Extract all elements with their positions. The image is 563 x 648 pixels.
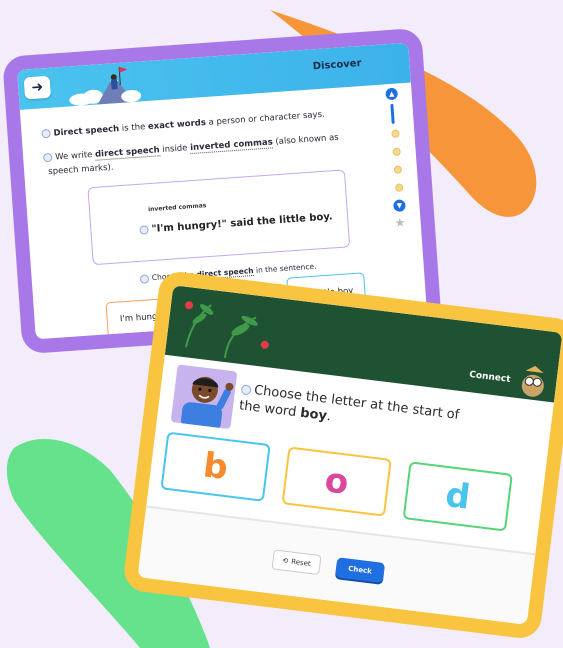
connect-tablet: Connect Choose the letter at the start o… xyxy=(121,269,563,641)
discover-header: ➜ Discover xyxy=(17,42,411,110)
example-box: inverted commas "I'm hungry!" said the l… xyxy=(87,169,351,266)
hiker-mountain-illustration xyxy=(69,66,142,106)
letter-card-o[interactable]: o xyxy=(281,446,392,517)
progress-sidebar: ▲ ▼ ★ xyxy=(383,87,411,231)
jungle-leaves-illustration xyxy=(184,301,269,359)
reset-button[interactable]: ⟲ Reset xyxy=(271,549,322,576)
back-arrow-icon[interactable]: ➜ xyxy=(23,75,52,100)
speaker-icon[interactable] xyxy=(139,273,150,284)
discover-title: Discover xyxy=(312,57,362,73)
boy-avatar xyxy=(170,364,238,430)
letter-card-b[interactable]: b xyxy=(160,431,271,502)
progress-current-marker xyxy=(390,103,395,124)
check-button[interactable]: Check xyxy=(335,557,386,583)
letter-card-d[interactable]: d xyxy=(402,461,513,532)
scroll-up-icon[interactable]: ▲ xyxy=(385,87,399,101)
progress-step-dot[interactable] xyxy=(392,147,401,156)
speaker-icon[interactable] xyxy=(42,152,53,163)
connect-screen: Connect Choose the letter at the start o… xyxy=(137,285,563,625)
example-sentence: "I'm hungry!" said the little boy. xyxy=(139,211,333,235)
progress-step-dot[interactable] xyxy=(393,165,403,174)
progress-step-dot[interactable] xyxy=(391,129,400,139)
connect-title: Connect xyxy=(468,369,511,385)
waving-boy-illustration xyxy=(181,376,234,430)
bird-mascot-icon xyxy=(521,365,544,397)
scroll-down-icon[interactable]: ▼ xyxy=(393,199,406,213)
question-text: Choose the letter at the start of the wo… xyxy=(238,382,461,425)
speaker-icon[interactable] xyxy=(139,224,149,235)
speaker-icon[interactable] xyxy=(41,128,51,139)
reset-icon: ⟲ xyxy=(281,556,289,566)
inverted-commas-label: inverted commas xyxy=(147,202,207,214)
progress-step-dot[interactable] xyxy=(394,183,404,192)
star-icon: ★ xyxy=(394,215,406,231)
speaker-icon[interactable] xyxy=(240,383,252,395)
